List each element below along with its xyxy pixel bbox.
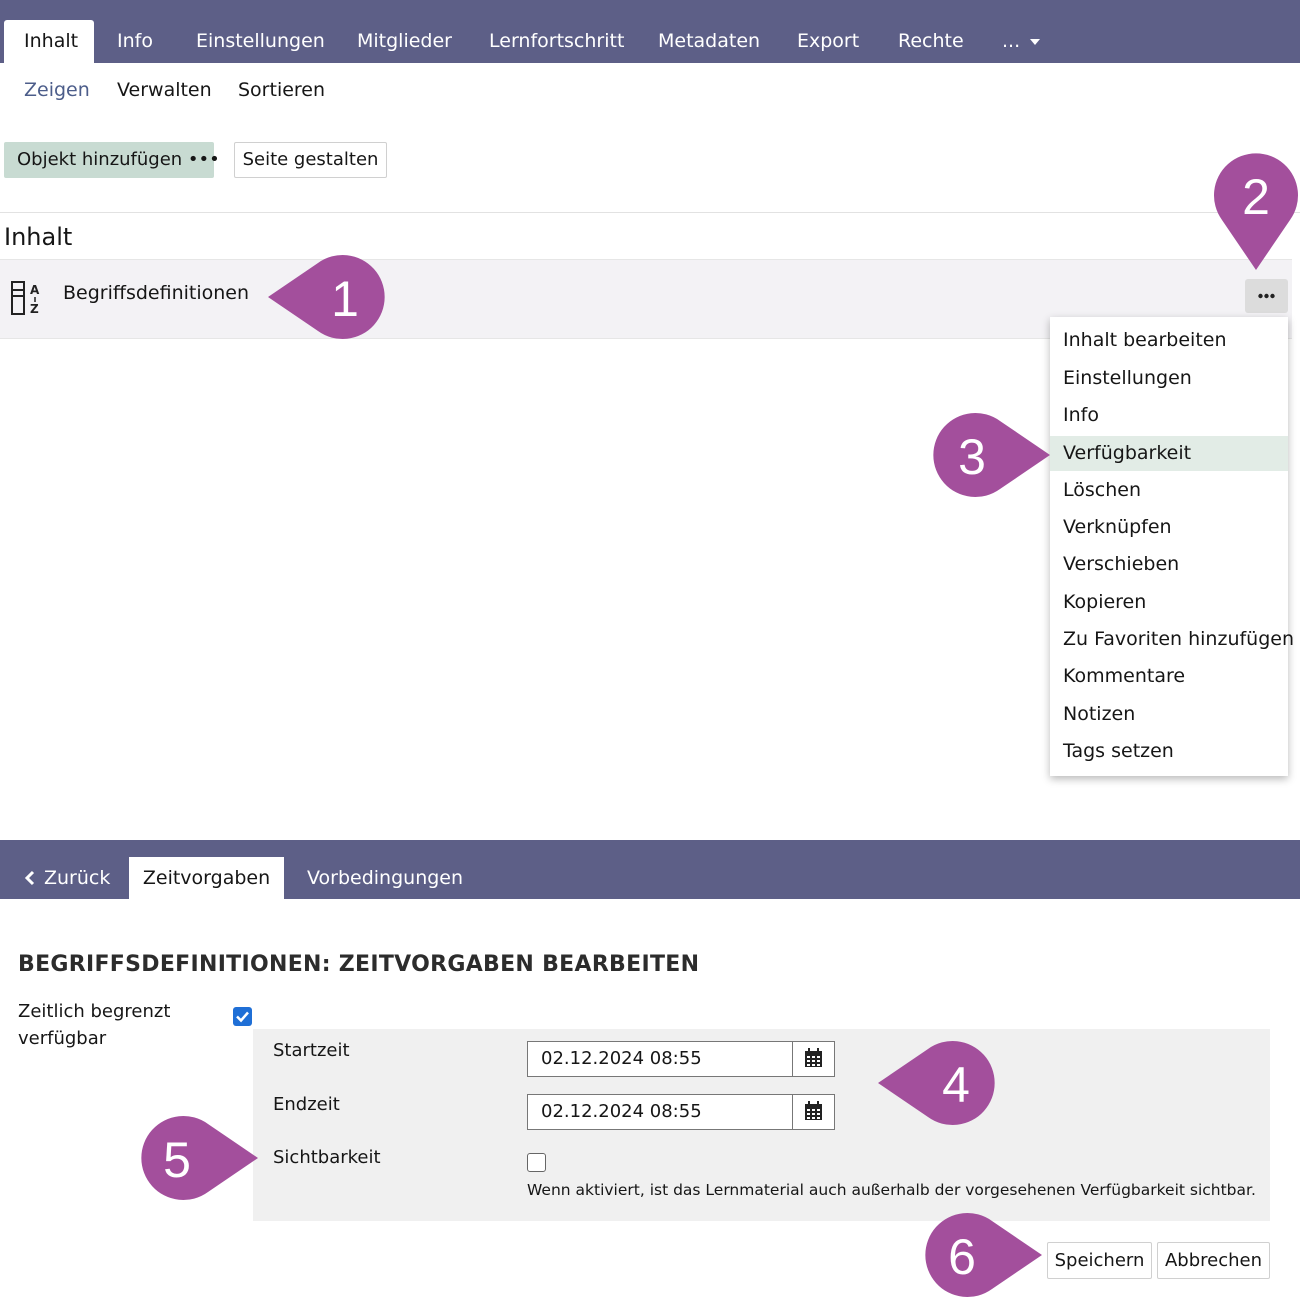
end-label: Endzeit — [273, 1094, 340, 1115]
start-calendar-button[interactable] — [792, 1042, 834, 1076]
start-label: Startzeit — [273, 1040, 350, 1061]
subtab-sortieren[interactable]: Sortieren — [238, 76, 325, 104]
menu-item-favorites[interactable]: Zu Favoriten hinzufügen — [1050, 622, 1294, 657]
menu-item-copy[interactable]: Kopieren — [1050, 585, 1288, 620]
design-page-button[interactable]: Seite gestalten — [234, 142, 387, 178]
tab-more-label: ... — [1002, 30, 1021, 52]
menu-item-tags[interactable]: Tags setzen — [1050, 734, 1288, 769]
tab-mitglieder[interactable]: Mitglieder — [337, 20, 472, 63]
callout-2-label: 2 — [1242, 169, 1270, 225]
caret-down-icon — [1030, 38, 1041, 45]
section-title: Inhalt — [4, 223, 73, 251]
end-calendar-button[interactable] — [792, 1095, 834, 1129]
tab-inhalt[interactable]: Inhalt — [4, 20, 94, 63]
checkmark-icon — [236, 1011, 249, 1023]
tab-preconditions[interactable]: Vorbedingungen — [307, 857, 463, 899]
visibility-checkbox[interactable] — [527, 1153, 546, 1172]
menu-item-availability[interactable]: Verfügbarkeit — [1050, 436, 1288, 471]
callout-3-marker: 3 — [933, 413, 1050, 497]
menu-item-delete[interactable]: Löschen — [1050, 473, 1288, 508]
callout-3-label: 3 — [958, 429, 986, 485]
tab-info[interactable]: Info — [97, 20, 173, 63]
tab-export[interactable]: Export — [777, 20, 879, 63]
divider — [0, 212, 1300, 213]
item-title-link[interactable]: Begriffsdefinitionen — [63, 281, 249, 305]
tab-metadaten[interactable]: Metadaten — [638, 20, 780, 63]
callout-5-label: 5 — [163, 1132, 191, 1188]
menu-item-settings[interactable]: Einstellungen — [1050, 361, 1288, 396]
menu-item-edit-content[interactable]: Inhalt bearbeiten — [1050, 323, 1288, 358]
svg-text:Z: Z — [30, 302, 39, 316]
save-button[interactable]: Speichern — [1047, 1242, 1152, 1279]
calendar-icon — [805, 1101, 822, 1120]
svg-text:A: A — [30, 283, 40, 297]
callout-5-marker: 5 — [141, 1116, 258, 1201]
back-label: Zurück — [44, 867, 111, 889]
subtab-verwalten[interactable]: Verwalten — [117, 76, 212, 104]
end-time-value: 02.12.2024 08:55 — [541, 1101, 702, 1122]
menu-item-link[interactable]: Verknüpfen — [1050, 510, 1288, 545]
callout-6-label: 6 — [948, 1229, 976, 1285]
visibility-label: Sichtbarkeit — [273, 1147, 381, 1168]
glossary-icon: A Z — [11, 281, 40, 316]
add-object-button[interactable]: Objekt hinzufügen ••• — [4, 142, 220, 178]
tab-rechte[interactable]: Rechte — [878, 20, 984, 63]
subtab-zeigen[interactable]: Zeigen — [24, 76, 90, 104]
back-tab[interactable]: Zurück — [24, 857, 110, 899]
limited-label-line2: verfügbar — [18, 1028, 107, 1049]
start-time-value: 02.12.2024 08:55 — [541, 1048, 702, 1069]
limited-label-line1: Zeitlich begrenzt — [18, 1001, 171, 1022]
start-time-input[interactable]: 02.12.2024 08:55 — [527, 1041, 835, 1077]
form-title: BEGRIFFSDEFINITIONEN: ZEITVORGABEN BEARB… — [18, 952, 700, 977]
actions-more-button[interactable] — [1245, 279, 1288, 313]
end-time-input[interactable]: 02.12.2024 08:55 — [527, 1094, 835, 1130]
menu-item-notes[interactable]: Notizen — [1050, 697, 1288, 732]
visibility-hint: Wenn aktiviert, ist das Lernmaterial auc… — [527, 1181, 1256, 1199]
chevron-left-icon — [24, 870, 35, 886]
menu-item-info[interactable]: Info — [1050, 398, 1288, 433]
menu-item-move[interactable]: Verschieben — [1050, 547, 1288, 582]
cancel-button[interactable]: Abbrechen — [1157, 1242, 1270, 1279]
limited-availability-checkbox[interactable] — [233, 1007, 252, 1026]
ellipsis-icon — [1258, 293, 1275, 299]
tab-einstellungen[interactable]: Einstellungen — [176, 20, 345, 63]
tab-more[interactable]: ... — [982, 20, 1060, 63]
tab-lernfortschritt[interactable]: Lernfortschritt — [469, 20, 644, 63]
menu-item-comments[interactable]: Kommentare — [1050, 659, 1288, 694]
tab-time-settings[interactable]: Zeitvorgaben — [129, 857, 284, 899]
callout-6-marker: 6 — [925, 1213, 1042, 1297]
calendar-icon — [805, 1048, 822, 1067]
